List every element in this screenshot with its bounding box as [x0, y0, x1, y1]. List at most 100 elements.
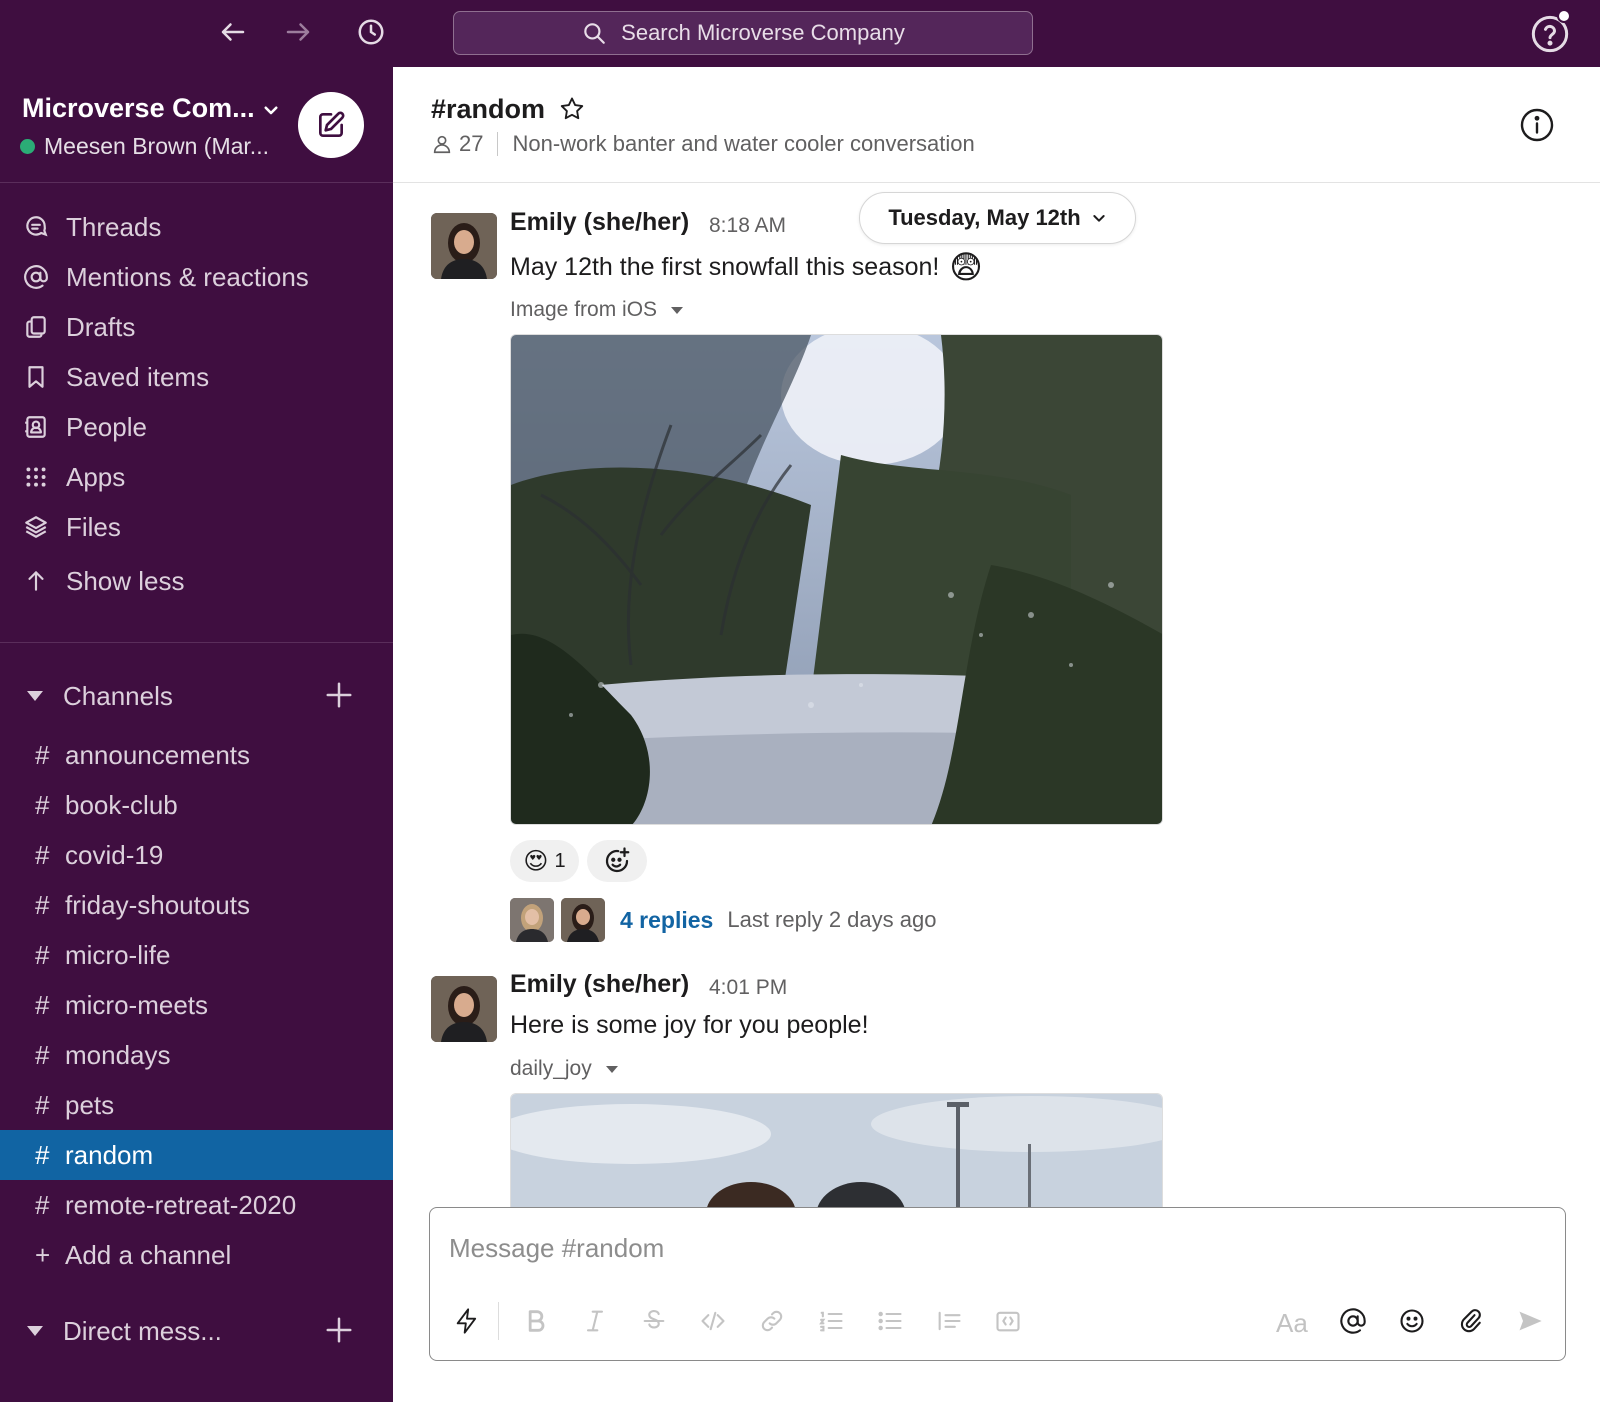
add-dm-plus-icon[interactable]	[324, 1315, 354, 1345]
sidebar-channel-micro-life[interactable]: # micro-life	[0, 930, 393, 980]
channel-title[interactable]: #random	[431, 94, 545, 125]
blockquote-icon	[938, 1311, 961, 1331]
message-author[interactable]: Emily (she/her)	[510, 970, 689, 999]
channel-topic[interactable]: Non-work banter and water cooler convers…	[512, 131, 974, 157]
new-message-button[interactable]	[298, 92, 364, 158]
arrow-up-icon	[28, 571, 44, 591]
attach-file-button[interactable]	[1454, 1304, 1488, 1338]
message-text: May 12th the first snowfall this season!…	[510, 248, 983, 286]
italic-button[interactable]	[578, 1304, 612, 1338]
sidebar-item-apps[interactable]: Apps	[0, 453, 393, 501]
formatting-toggle-button[interactable]: Aa	[1276, 1308, 1308, 1339]
caret-down-icon[interactable]	[605, 1065, 618, 1073]
direct-messages-section-header[interactable]: Direct mess...	[0, 1307, 393, 1355]
forward-button[interactable]	[278, 12, 318, 52]
sidebar-item-show-less[interactable]: Show less	[0, 557, 393, 605]
sidebar-channel-remote-retreat-2020[interactable]: # remote-retreat-2020	[0, 1180, 393, 1230]
hash-icon: #	[35, 839, 50, 870]
daily-joy-photo[interactable]	[510, 1093, 1163, 1213]
caret-down-icon[interactable]	[671, 306, 684, 314]
avatar-image	[431, 976, 497, 1042]
date-divider-button[interactable]: Tuesday, May 12th	[859, 192, 1136, 244]
hash-icon: #	[35, 1189, 50, 1220]
sidebar-channel-micro-meets[interactable]: # micro-meets	[0, 980, 393, 1030]
sidebar-channel-announcements[interactable]: # announcements	[0, 730, 393, 780]
sidebar-item-files[interactable]: Files	[0, 503, 393, 551]
bookmark-icon	[28, 366, 44, 388]
attachment-label[interactable]: Image from iOS	[510, 298, 684, 322]
author-avatar[interactable]	[431, 976, 497, 1042]
workspace-header[interactable]: Microverse Com... Meesen Brown (Mar...	[0, 67, 393, 183]
message-input[interactable]	[449, 1228, 1539, 1268]
current-user-name: Meesen Brown (Mar...	[44, 133, 269, 159]
blockquote-button[interactable]	[932, 1304, 966, 1338]
channel-name: random	[65, 1139, 154, 1170]
sidebar-channel-friday-shoutouts[interactable]: # friday-shoutouts	[0, 880, 393, 930]
caret-down-icon[interactable]	[27, 691, 43, 701]
sidebar-channel-book-club[interactable]: # book-club	[0, 780, 393, 830]
message-composer: Aa	[429, 1207, 1566, 1361]
sidebar-channel-pets[interactable]: # pets	[0, 1080, 393, 1130]
sidebar-item-saved-items[interactable]: Saved items	[0, 353, 393, 401]
link-button[interactable]	[755, 1304, 789, 1338]
snowfall-photo[interactable]	[510, 334, 1163, 825]
drafts-icon	[26, 316, 46, 338]
thread-summary[interactable]: 4 replies Last reply 2 days ago	[510, 898, 936, 942]
message-author[interactable]: Emily (she/her)	[510, 208, 689, 237]
star-icon[interactable]	[558, 95, 586, 123]
add-channel-plus-icon[interactable]	[324, 680, 354, 710]
add-a-channel-button[interactable]: + Add a channel	[0, 1230, 393, 1280]
sidebar-item-drafts[interactable]: Drafts	[0, 303, 393, 351]
author-avatar[interactable]	[431, 213, 497, 279]
sidebar-item-label: Mentions & reactions	[66, 261, 309, 292]
channels-section-header[interactable]: Channels	[0, 672, 393, 720]
sidebar-item-people[interactable]: People	[0, 403, 393, 451]
back-button[interactable]	[213, 12, 253, 52]
threads-icon	[26, 216, 48, 237]
current-user[interactable]: Meesen Brown (Mar...	[20, 133, 269, 160]
emoji-button[interactable]	[1395, 1304, 1429, 1338]
shortcuts-button[interactable]	[450, 1304, 484, 1338]
code-block-button[interactable]	[991, 1304, 1025, 1338]
bold-button[interactable]	[519, 1304, 553, 1338]
ordered-list-button[interactable]	[814, 1304, 848, 1338]
sidebar-item-label: Saved items	[66, 361, 210, 392]
meta-separator	[497, 132, 499, 156]
direct-messages-heading: Direct mess...	[63, 1315, 222, 1346]
bulleted-list-button[interactable]	[873, 1304, 907, 1338]
send-button[interactable]	[1513, 1304, 1547, 1338]
search-bar[interactable]: Search Microverse Company	[453, 11, 1033, 55]
hash-icon: #	[35, 939, 50, 970]
date-divider-label: Tuesday, May 12th	[888, 205, 1081, 230]
add-reaction-button[interactable]	[587, 840, 647, 882]
channel-name: remote-retreat-2020	[65, 1189, 297, 1220]
chevron-down-icon[interactable]	[262, 101, 280, 119]
caret-down-icon[interactable]	[27, 1326, 43, 1336]
message-body: Here is some joy for you people!	[510, 1011, 869, 1039]
strikethrough-button[interactable]	[637, 1304, 671, 1338]
sidebar-item-mentions[interactable]: Mentions & reactions	[0, 253, 393, 301]
attachment-label[interactable]: daily_joy	[510, 1057, 618, 1081]
sidebar-item-threads[interactable]: Threads	[0, 203, 393, 251]
sidebar-channel-covid-19[interactable]: # covid-19	[0, 830, 393, 880]
italic-icon	[586, 1310, 604, 1332]
message-body: May 12th the first snowfall this season!	[510, 252, 940, 281]
sidebar-item-label: People	[66, 411, 147, 442]
toolbar-separator	[498, 1302, 499, 1340]
hash-icon: #	[35, 739, 50, 770]
sidebar-channel-mondays[interactable]: # mondays	[0, 1030, 393, 1080]
workspace-name[interactable]: Microverse Com...	[22, 93, 255, 124]
message-timestamp[interactable]: 4:01 PM	[709, 976, 787, 1000]
reaction-heart-eyes[interactable]: 😍 1	[510, 840, 579, 882]
code-button[interactable]	[696, 1304, 730, 1338]
chevron-down-icon	[1093, 215, 1105, 222]
channel-name: pets	[65, 1089, 115, 1120]
history-button[interactable]	[351, 12, 391, 52]
member-icon[interactable]	[431, 133, 453, 155]
mention-button[interactable]	[1336, 1304, 1370, 1338]
member-count[interactable]: 27	[459, 131, 483, 157]
sidebar-channel-random[interactable]: # random	[0, 1130, 393, 1180]
message-timestamp[interactable]: 8:18 AM	[709, 214, 786, 238]
replies-link[interactable]: 4 replies	[620, 907, 713, 934]
info-icon[interactable]	[1519, 107, 1555, 143]
